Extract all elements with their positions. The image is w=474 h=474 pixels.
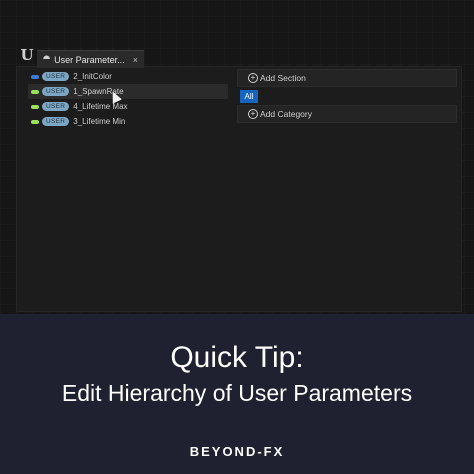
brand-logo: BEYOND-FX (189, 444, 285, 459)
tip-title: Quick Tip: (170, 341, 304, 374)
add-category-label: Add Category (260, 109, 312, 119)
unreal-logo-icon: U (20, 46, 34, 64)
user-badge: USER (42, 87, 70, 96)
tab-label: User Parameter... (54, 54, 125, 65)
hierarchy-icon: ⯊ (43, 54, 51, 64)
all-section-button[interactable]: All (240, 90, 258, 103)
hierarchy-panel: + Add Section All + Add Category (237, 69, 457, 123)
list-item[interactable]: USER 2_InitColor (28, 69, 228, 84)
pin-icon (31, 89, 39, 94)
pin-icon (31, 104, 39, 109)
close-icon[interactable]: × (133, 55, 138, 65)
niagara-editor: U ⯊ User Parameter... × USER 2_InitColor… (0, 0, 474, 314)
plus-circle-icon: + (248, 109, 258, 119)
pin-icon (31, 74, 39, 79)
parameter-name: 3_Lifetime Min (73, 117, 126, 126)
user-badge: USER (42, 102, 70, 111)
pin-icon (31, 119, 39, 124)
list-item[interactable]: USER 4_Lifetime Max (28, 99, 228, 114)
parameter-list: USER 2_InitColor USER 1_SpawnRate USER 4… (28, 69, 228, 129)
tip-subtitle: Edit Hierarchy of User Parameters (61, 380, 413, 406)
add-section-label: Add Section (260, 73, 306, 83)
tab-user-parameters[interactable]: ⯊ User Parameter... × (37, 50, 144, 68)
add-category-button[interactable]: + Add Category (237, 105, 457, 123)
list-item[interactable]: USER 1_SpawnRate (28, 84, 228, 99)
add-section-button[interactable]: + Add Section (237, 69, 457, 87)
user-badge: USER (42, 72, 70, 81)
plus-circle-icon: + (248, 73, 258, 83)
user-badge: USER (42, 117, 70, 126)
parameter-name: 2_InitColor (73, 72, 112, 81)
parameter-name: 4_Lifetime Max (73, 102, 128, 111)
list-item[interactable]: USER 3_Lifetime Min (28, 114, 228, 129)
